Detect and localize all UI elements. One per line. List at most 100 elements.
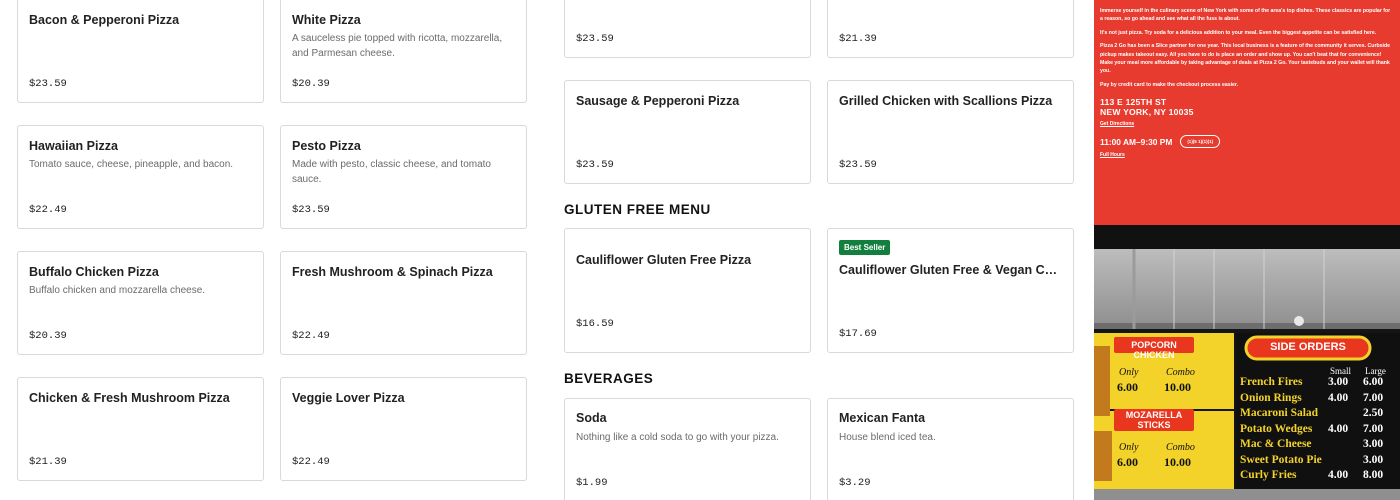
menu-item-card[interactable]: $23.59 bbox=[564, 0, 811, 58]
menu-item-card[interactable]: $21.39 bbox=[827, 0, 1074, 58]
item-name: Grilled Chicken with Scallions Pizza bbox=[839, 94, 1053, 108]
restaurant-photo: POPCORN CHICKEN Only Combo 6.00 10.00 MO… bbox=[1094, 249, 1400, 500]
side-order-name: Onion Rings bbox=[1240, 391, 1302, 404]
menu-item-card[interactable]: Bacon & Pepperoni Pizza $23.59 bbox=[17, 0, 264, 103]
side-order-name: Potato Wedges bbox=[1240, 422, 1313, 435]
item-price: $20.39 bbox=[292, 78, 330, 90]
menu-item-card[interactable]: Chicken & Fresh Mushroom Pizza $21.39 bbox=[17, 377, 264, 481]
side-order-name: Sweet Potato Pie bbox=[1240, 453, 1322, 466]
side-order-small-price: 4.00 bbox=[1328, 422, 1349, 435]
sign-price: 10.00 bbox=[1164, 455, 1191, 469]
item-price: $20.39 bbox=[29, 330, 67, 342]
sign-price: 10.00 bbox=[1164, 380, 1191, 394]
sign-only-label: Only bbox=[1119, 367, 1139, 378]
menu-item-card[interactable]: Veggie Lover Pizza $22.49 bbox=[280, 377, 527, 481]
menu-item-card[interactable]: Soda Nothing like a cold soda to go with… bbox=[564, 398, 811, 500]
side-order-name: Curly Fries bbox=[1240, 469, 1297, 481]
popcorn-chicken-sign: POPCORN CHICKEN bbox=[1131, 340, 1177, 360]
sign-price: 6.00 bbox=[1117, 455, 1138, 469]
sign-only-label: Only bbox=[1119, 442, 1139, 453]
side-order-small-price: 4.00 bbox=[1328, 391, 1349, 404]
side-order-name: Macaroni Salad bbox=[1240, 407, 1319, 419]
side-order-large-price: 7.00 bbox=[1363, 422, 1384, 435]
item-name: Bacon & Pepperoni Pizza bbox=[29, 13, 180, 27]
side-order-large-price: 2.50 bbox=[1363, 407, 1384, 419]
side-order-large-price: 6.00 bbox=[1363, 376, 1384, 388]
menu-item-card[interactable]: Hawaiian Pizza Tomato sauce, cheese, pin… bbox=[17, 125, 264, 229]
item-description: Buffalo chicken and mozzarella cheese. bbox=[29, 285, 206, 296]
item-name: Sausage & Pepperoni Pizza bbox=[576, 94, 740, 108]
size-small-label: Small bbox=[1330, 366, 1352, 376]
sign-combo-label: Combo bbox=[1166, 367, 1195, 378]
item-name: Veggie Lover Pizza bbox=[292, 391, 405, 405]
best-seller-badge: Best Seller bbox=[839, 240, 891, 255]
side-order-name: Mac & Cheese bbox=[1240, 438, 1312, 450]
side-order-row: Curly Fries 4.00 8.00 bbox=[1240, 469, 1398, 484]
item-price: $17.69 bbox=[839, 328, 877, 340]
side-order-small-price: 3.00 bbox=[1328, 376, 1349, 388]
item-price: $21.39 bbox=[29, 456, 67, 468]
item-name: Chicken & Fresh Mushroom Pizza bbox=[29, 391, 230, 405]
menu-item-card[interactable]: Sausage & Pepperoni Pizza $23.59 bbox=[564, 80, 811, 184]
item-name: Fresh Mushroom & Spinach Pizza bbox=[292, 265, 493, 279]
address-line-1: 113 E 125TH ST bbox=[1100, 97, 1167, 108]
menu-item-card[interactable]: Fresh Mushroom & Spinach Pizza $22.49 bbox=[280, 251, 527, 355]
side-order-small-price: 4.00 bbox=[1328, 469, 1349, 481]
side-order-large-price: 8.00 bbox=[1363, 469, 1384, 481]
item-name: Soda bbox=[576, 411, 607, 425]
item-description: House blend iced tea. bbox=[839, 432, 936, 443]
side-order-row: French Fires 3.00 6.00 bbox=[1240, 376, 1398, 391]
address-line-2: NEW YORK, NY 10035 bbox=[1100, 107, 1194, 118]
hours-text: 11:00 AM–9:30 PM bbox=[1100, 136, 1173, 147]
item-price: $23.59 bbox=[292, 204, 330, 216]
item-price: $16.59 bbox=[576, 318, 614, 330]
item-name: Cauliflower Gluten Free Pizza bbox=[576, 253, 752, 267]
item-description: Made with pesto, classic cheese, and tom… bbox=[292, 159, 491, 185]
section-title-beverages: BEVERAGES bbox=[564, 371, 654, 386]
full-hours-link[interactable]: Full Hours bbox=[1100, 152, 1394, 158]
side-orders-sign: SIDE ORDERS bbox=[1270, 341, 1346, 353]
item-price: $23.59 bbox=[576, 159, 614, 171]
promo-paragraph: Immerse yourself in the culinary scene o… bbox=[1100, 8, 1391, 23]
menu-item-card[interactable]: Grilled Chicken with Scallions Pizza $23… bbox=[827, 80, 1074, 184]
mozzarella-sticks-sign: MOZARELLA STICKS bbox=[1125, 410, 1183, 430]
menu-item-card[interactable]: Pesto Pizza Made with pesto, classic che… bbox=[280, 125, 527, 229]
sign-price: 6.00 bbox=[1117, 380, 1138, 394]
item-price: $1.99 bbox=[576, 477, 608, 489]
get-directions-link[interactable]: Get Directions bbox=[1100, 121, 1394, 127]
item-description: Nothing like a cold soda to go with your… bbox=[576, 432, 779, 443]
item-price: $22.49 bbox=[292, 330, 330, 342]
item-price: $21.39 bbox=[839, 33, 877, 45]
item-price: $23.59 bbox=[839, 159, 877, 171]
side-order-name: French Fires bbox=[1240, 376, 1303, 388]
side-order-row: Onion Rings 4.00 7.00 bbox=[1240, 392, 1398, 407]
side-order-large-price: 7.00 bbox=[1363, 391, 1384, 404]
menu-item-card[interactable]: Best Seller Cauliflower Gluten Free & Ve… bbox=[827, 228, 1074, 353]
item-price: $23.59 bbox=[576, 33, 614, 45]
item-price: $22.49 bbox=[292, 456, 330, 468]
item-description: A sauceless pie topped with ricotta, moz… bbox=[292, 33, 503, 59]
side-order-row: Mac & Cheese 3.00 bbox=[1240, 438, 1398, 453]
phone-button[interactable]: (1)(5 1)(1)(1) bbox=[1180, 135, 1221, 149]
size-large-label: Large bbox=[1365, 366, 1386, 376]
promo-paragraph: Pizza 2 Go has been a Slice partner for … bbox=[1100, 43, 1391, 75]
item-name: Mexican Fanta bbox=[839, 411, 926, 425]
item-description: Tomato sauce, cheese, pineapple, and bac… bbox=[29, 159, 234, 170]
item-name: Cauliflower Gluten Free & Vegan Cheese P… bbox=[839, 263, 1063, 277]
menu-item-card[interactable]: Buffalo Chicken Pizza Buffalo chicken an… bbox=[17, 251, 264, 355]
side-order-row: Potato Wedges 4.00 7.00 bbox=[1240, 423, 1398, 438]
item-name: Hawaiian Pizza bbox=[29, 139, 118, 153]
menu-item-card[interactable]: Cauliflower Gluten Free Pizza $16.59 bbox=[564, 228, 811, 353]
sign-combo-label: Combo bbox=[1166, 442, 1195, 453]
item-price: $3.29 bbox=[839, 477, 871, 489]
menu-item-card[interactable]: Mexican Fanta House blend iced tea. $3.2… bbox=[827, 398, 1074, 500]
menu-item-card[interactable]: White Pizza A sauceless pie topped with … bbox=[280, 0, 527, 103]
item-name: Buffalo Chicken Pizza bbox=[29, 265, 159, 279]
section-title-gluten-free: GLUTEN FREE MENU bbox=[564, 202, 711, 217]
side-order-row: Macaroni Salad 2.50 bbox=[1240, 407, 1398, 422]
item-name: White Pizza bbox=[292, 13, 361, 27]
item-name: Pesto Pizza bbox=[292, 139, 361, 153]
side-order-large-price: 3.00 bbox=[1363, 438, 1384, 450]
promo-paragraph: Pay by credit card to make the checkout … bbox=[1100, 81, 1239, 88]
side-order-large-price: 3.00 bbox=[1363, 453, 1384, 466]
